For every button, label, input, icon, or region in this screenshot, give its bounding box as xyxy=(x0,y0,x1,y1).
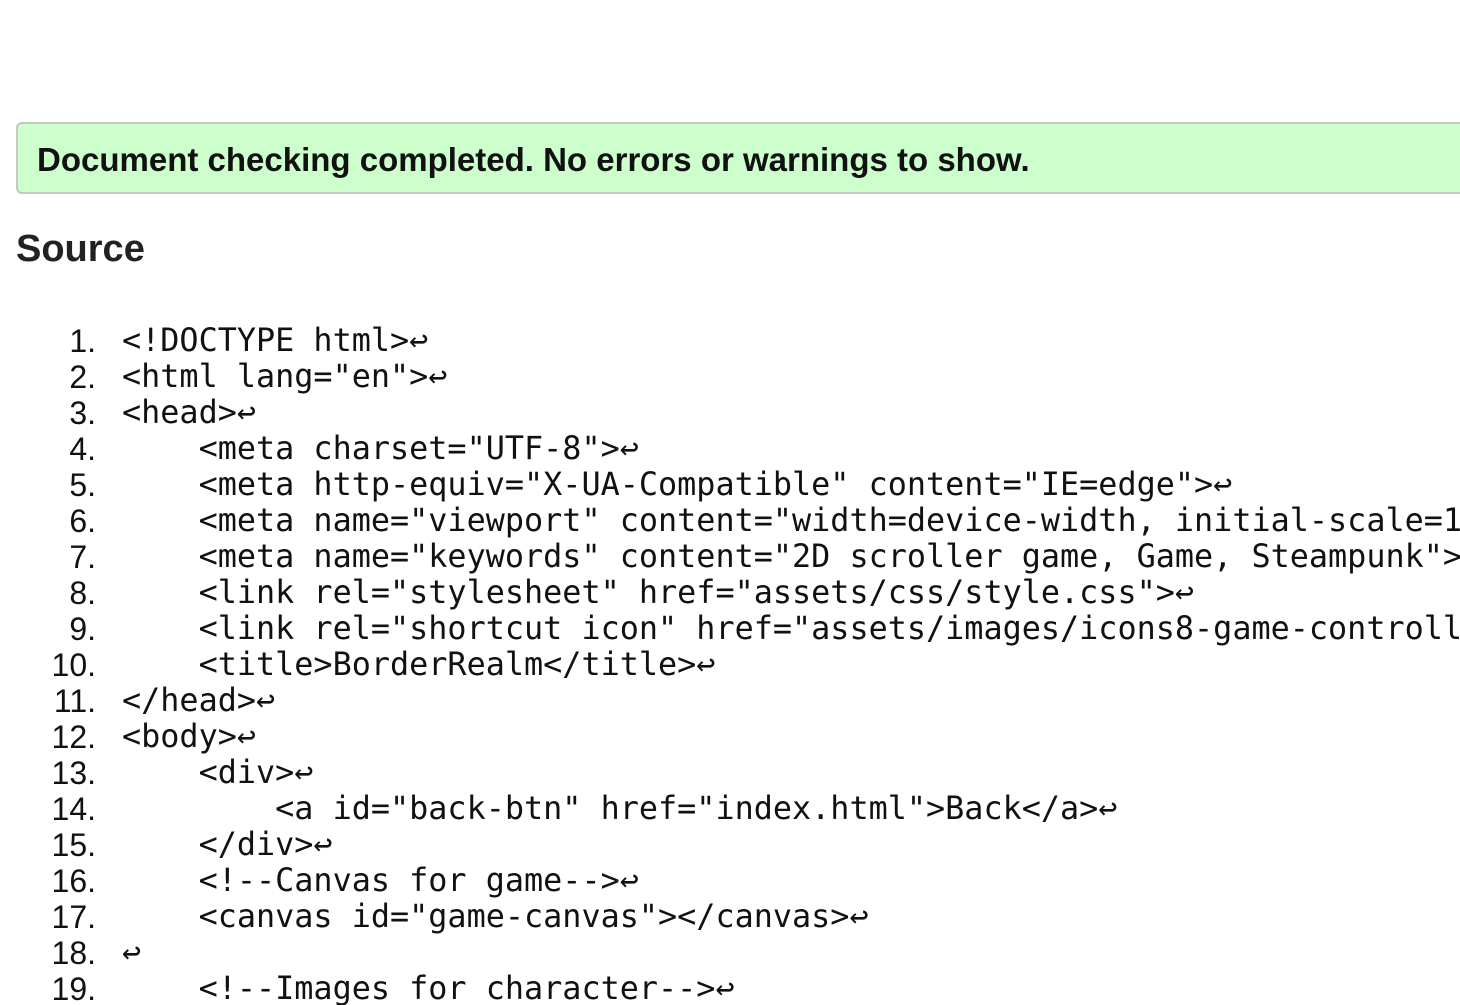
line-code: <body>↩ xyxy=(122,718,257,755)
success-message-text: Document checking completed. No errors o… xyxy=(37,141,1030,178)
validator-results-page: Document checking completed. No errors o… xyxy=(0,0,1460,1005)
line-code: <!--Canvas for game-->↩ xyxy=(122,862,639,899)
line-number: 2. xyxy=(69,359,96,395)
line-number: 3. xyxy=(69,395,96,431)
line-number: 17. xyxy=(51,899,96,935)
line-number: 12. xyxy=(51,719,96,755)
line-number: 16. xyxy=(51,863,96,899)
line-code: <canvas id="game-canvas"></canvas>↩ xyxy=(122,898,869,935)
line-code: <!--Images for character-->↩ xyxy=(122,970,735,1005)
line-code: <html lang="en">↩ xyxy=(122,358,448,395)
line-number: 8. xyxy=(69,575,96,611)
line-code: <a id="back-btn" href="index.html">Back<… xyxy=(122,790,1118,827)
line-code: <head>↩ xyxy=(122,394,257,431)
source-heading: Source xyxy=(16,228,145,270)
line-number: 18. xyxy=(51,935,96,971)
line-code: <link rel="stylesheet" href="assets/css/… xyxy=(122,574,1195,611)
line-number: 4. xyxy=(69,431,96,467)
line-number: 15. xyxy=(51,827,96,863)
line-number: 7. xyxy=(69,539,96,575)
line-code: <div>↩ xyxy=(122,754,314,791)
line-code: </div>↩ xyxy=(122,826,333,863)
line-number: 10. xyxy=(51,647,96,683)
line-number: 1. xyxy=(69,323,96,359)
line-code: <meta http-equiv="X-UA-Compatible" conte… xyxy=(122,466,1233,503)
line-number: 14. xyxy=(51,791,96,827)
success-message-box: Document checking completed. No errors o… xyxy=(16,122,1460,194)
line-number: 19. xyxy=(51,971,96,1005)
line-number: 11. xyxy=(53,683,96,719)
line-number: 6. xyxy=(69,503,96,539)
line-number: 9. xyxy=(69,611,96,647)
line-code: <meta name="keywords" content="2D scroll… xyxy=(122,538,1460,575)
line-code: <meta charset="UTF-8">↩ xyxy=(122,430,639,467)
line-code: </head>↩ xyxy=(122,682,276,719)
line-code: <title>BorderRealm</title>↩ xyxy=(122,646,716,683)
line-number: 13. xyxy=(51,755,96,791)
line-code: <!DOCTYPE html>↩ xyxy=(122,322,429,359)
line-code: <link rel="shortcut icon" href="assets/i… xyxy=(122,610,1460,647)
line-number: 5. xyxy=(69,467,96,503)
line-code: ↩ xyxy=(122,934,142,971)
line-code: <meta name="viewport" content="width=dev… xyxy=(122,502,1460,539)
